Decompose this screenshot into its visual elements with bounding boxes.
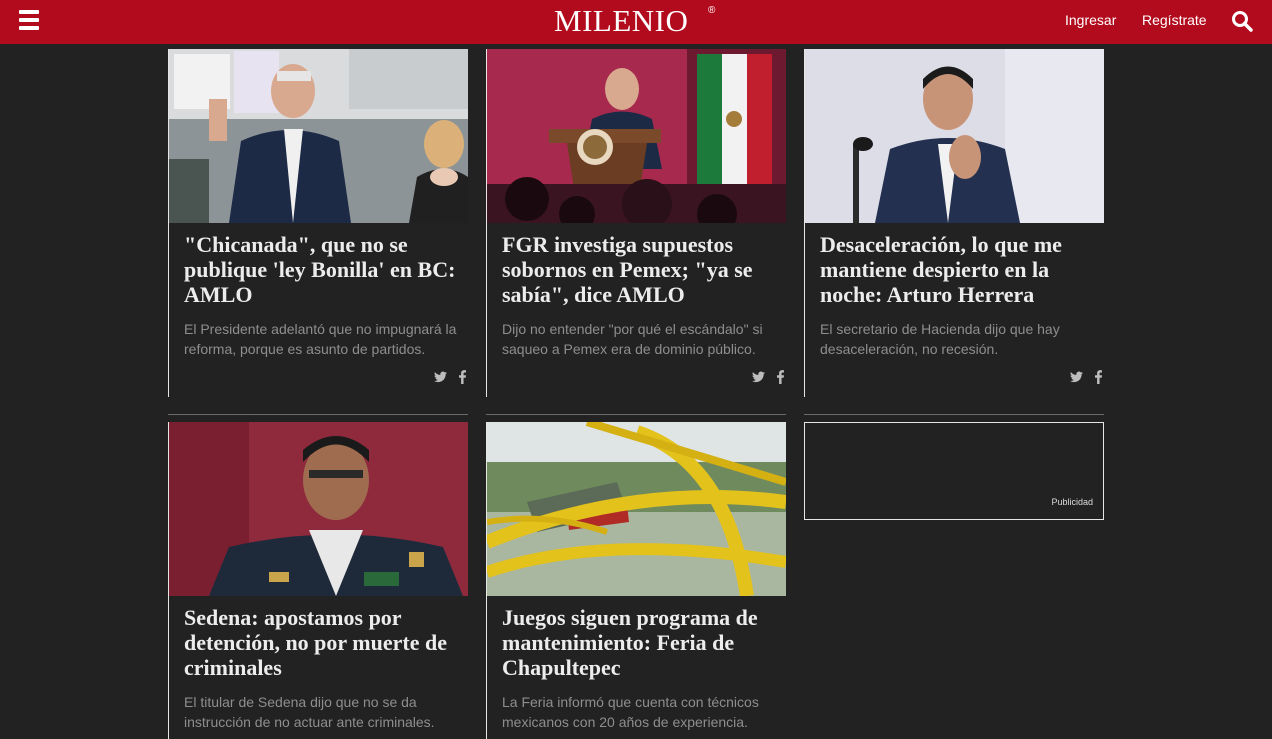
article-summary: El Presidente adelantó que no impugnará … (184, 321, 457, 357)
facebook-icon[interactable] (1095, 370, 1102, 384)
article-summary: Dijo no entender "por qué el escándalo" … (502, 321, 763, 357)
register-link[interactable]: Regístrate (1142, 11, 1207, 29)
facebook-icon[interactable] (777, 370, 784, 384)
row-divider (804, 414, 1104, 415)
article-image[interactable] (805, 49, 1104, 223)
article-title[interactable]: Desaceleración, lo que me mantiene despi… (820, 232, 1102, 307)
article-summary: La Feria informó que cuenta con técnicos… (502, 694, 759, 730)
article-card: FGR investiga supuestos sobornos en Peme… (486, 49, 786, 397)
top-header: MILENIO ® Ingresar Regístrate (0, 0, 1272, 44)
article-card: Juegos siguen programa de mantenimiento:… (486, 422, 786, 739)
site-logo[interactable]: MILENIO (554, 2, 688, 40)
article-image[interactable] (169, 49, 468, 223)
article-card: Sedena: apostamos por detención, no por … (168, 422, 468, 739)
hamburger-menu-icon[interactable] (19, 10, 39, 32)
article-title[interactable]: FGR investiga supuestos sobornos en Peme… (502, 232, 784, 307)
row-divider (168, 414, 468, 415)
ad-label: Publicidad (1051, 497, 1093, 507)
article-summary: El secretario de Hacienda dijo que hay d… (820, 321, 1060, 357)
twitter-icon[interactable] (1070, 370, 1083, 384)
facebook-icon[interactable] (459, 370, 466, 384)
twitter-icon[interactable] (752, 370, 765, 384)
article-card: Desaceleración, lo que me mantiene despi… (804, 49, 1104, 397)
search-icon[interactable] (1231, 10, 1253, 32)
article-summary: El titular de Sedena dijo que no se da i… (184, 694, 435, 730)
article-title[interactable]: Juegos siguen programa de mantenimiento:… (502, 605, 784, 680)
twitter-icon[interactable] (434, 370, 447, 384)
article-title[interactable]: Sedena: apostamos por detención, no por … (184, 605, 466, 680)
article-card: "Chicanada", que no se publique 'ley Bon… (168, 49, 468, 397)
advertisement-slot[interactable]: Publicidad (804, 422, 1104, 520)
registered-mark: ® (708, 5, 716, 16)
article-image[interactable] (487, 422, 786, 596)
article-title[interactable]: "Chicanada", que no se publique 'ley Bon… (184, 232, 466, 307)
article-image[interactable] (487, 49, 786, 223)
article-image[interactable] (169, 422, 468, 596)
login-link[interactable]: Ingresar (1065, 11, 1116, 29)
row-divider (486, 414, 786, 415)
